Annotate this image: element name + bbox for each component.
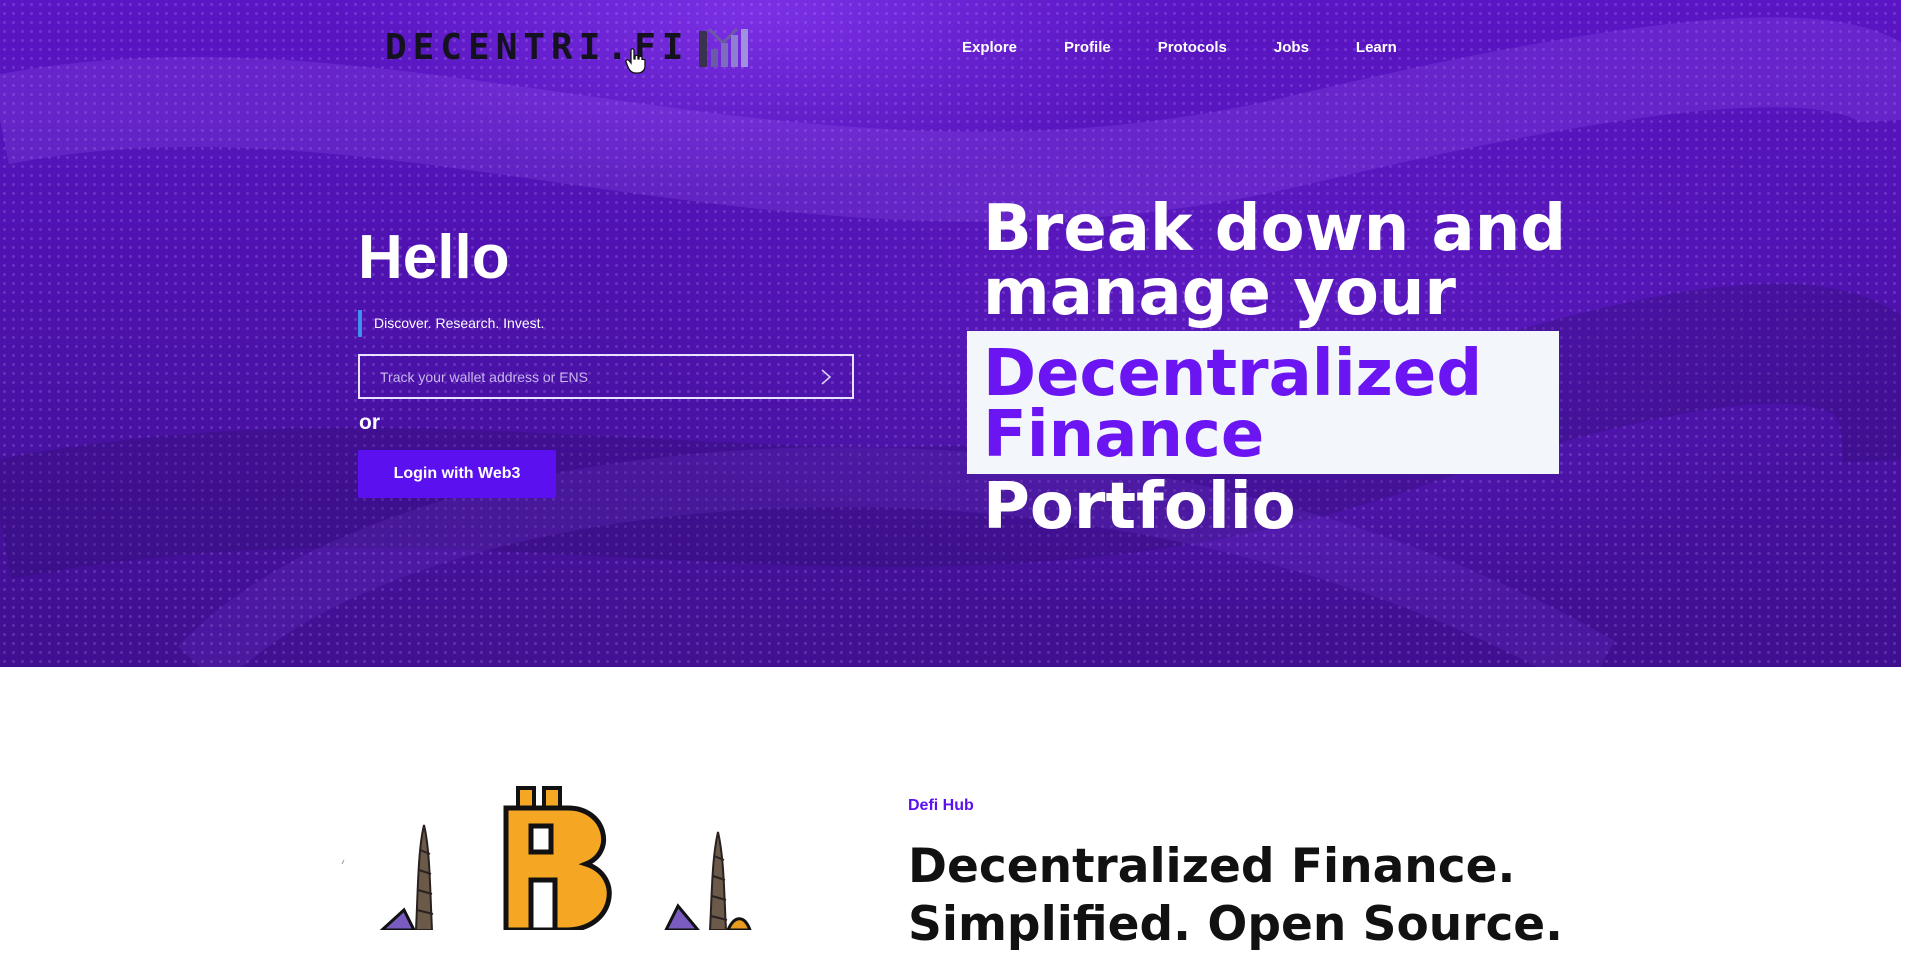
- section-eyebrow: Defi Hub: [908, 797, 974, 814]
- hero-greeting: Hello: [358, 223, 510, 292]
- nav-jobs[interactable]: Jobs: [1274, 39, 1309, 56]
- nav-learn[interactable]: Learn: [1356, 39, 1397, 56]
- headline-highlight-line-2: Finance: [983, 398, 1265, 472]
- headline-line-4: Portfolio: [983, 470, 1296, 544]
- hand-pointer-icon: [625, 48, 646, 74]
- bitcoin-unicorn-illustration: [341, 786, 752, 930]
- nav-explore[interactable]: Explore: [962, 39, 1017, 56]
- wallet-search-box: [358, 354, 854, 399]
- section-title: Decentralized Finance. Simplified. Open …: [908, 838, 1563, 954]
- or-label: or: [359, 411, 380, 434]
- logo[interactable]: DECENTRI.FI: [385, 22, 749, 72]
- login-web3-button[interactable]: Login with Web3: [358, 450, 556, 498]
- headline-line-2: manage your: [983, 256, 1456, 330]
- headline-highlight: Decentralized Finance: [967, 331, 1559, 474]
- nav-protocols[interactable]: Protocols: [1158, 39, 1227, 56]
- background-swirl: [0, 17, 1903, 667]
- bar-chart-logo-icon: [699, 27, 749, 67]
- hero-section: DECENTRI.FI Explore Profile Protocols Jo…: [0, 0, 1903, 667]
- section-title-line-1: Decentralized Finance.: [908, 839, 1516, 894]
- wallet-search-input[interactable]: [360, 356, 810, 397]
- main-nav: Explore Profile Protocols Jobs Learn: [962, 39, 1444, 56]
- nav-profile[interactable]: Profile: [1064, 39, 1111, 56]
- section-title-line-2: Simplified. Open Source.: [908, 897, 1564, 952]
- headline-highlight-line-1: Decentralized: [983, 337, 1483, 411]
- chevron-right-icon[interactable]: [820, 368, 832, 386]
- headline-line-1: Break down and: [983, 192, 1567, 266]
- hero-tagline: Discover. Research. Invest.: [358, 310, 544, 337]
